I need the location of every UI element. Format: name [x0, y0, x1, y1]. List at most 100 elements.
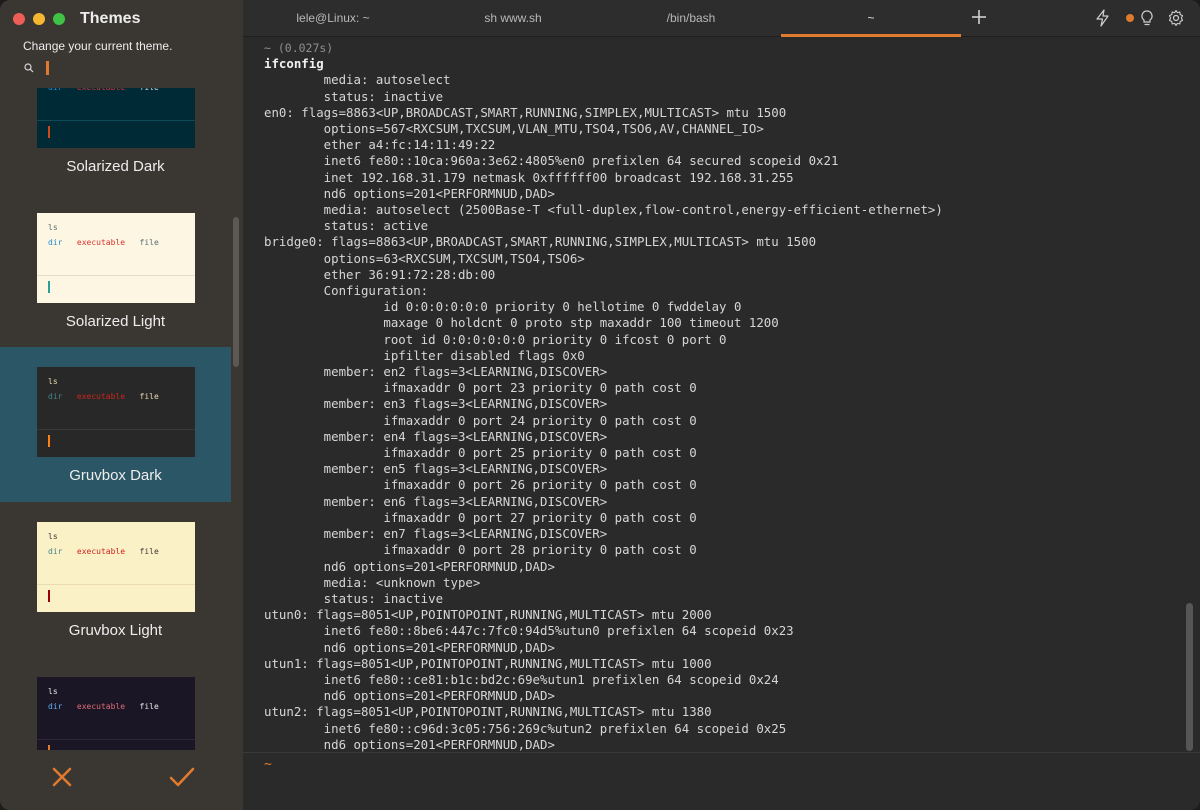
command-text: ifconfig	[264, 56, 324, 72]
output-line: status: active	[264, 218, 429, 234]
theme-preview: lsdir executable file	[37, 367, 195, 457]
theme-preview: lsdir executable file	[37, 88, 195, 148]
preview-dir: dir	[48, 392, 63, 401]
prompt-input[interactable]: ~	[264, 757, 272, 772]
lightning-icon[interactable]	[1094, 9, 1112, 27]
theme-preview: ls dir executable file	[37, 213, 195, 303]
output-line: ifmaxaddr 0 port 27 priority 0 path cost…	[264, 509, 697, 525]
close-window-button[interactable]	[13, 13, 25, 25]
theme-option[interactable]: lsdir executable file Solarized Dark	[0, 88, 231, 193]
output-line: maxage 0 holdcnt 0 proto stp maxaddr 100…	[264, 315, 779, 331]
theme-option[interactable]: ls dir executable file Solarized Light	[0, 193, 231, 348]
window-controls	[13, 13, 65, 25]
tab-lele-linux[interactable]: lele@Linux: ~	[243, 0, 423, 37]
output-line: media: autoselect (2500Base-T <full-dupl…	[264, 202, 943, 218]
preview-file: file	[139, 547, 159, 556]
preview-cursor	[48, 281, 50, 293]
output-line: member: en7 flags=3<LEARNING,DISCOVER>	[264, 526, 608, 542]
preview-listing: dir executable file	[48, 547, 159, 556]
preview-executable: executable	[76, 238, 126, 247]
output-line: inet6 fe80::8be6:447c:7fc0:94d5%utun0 pr…	[264, 623, 794, 639]
maximize-window-button[interactable]	[53, 13, 65, 25]
preview-file: file	[139, 238, 159, 247]
preview-cursor	[48, 435, 50, 447]
output-line: options=567<RXCSUM,TXCSUM,VLAN_MTU,TSO4,…	[264, 121, 764, 137]
command-output: media: autoselect status: inactive en0: f…	[264, 72, 1174, 752]
preview-divider	[37, 584, 195, 585]
output-line: utun0: flags=8051<UP,POINTOPOINT,RUNNING…	[264, 607, 712, 623]
preview-file: file	[139, 702, 159, 711]
output-line: id 0:0:0:0:0:0 priority 0 hellotime 0 fw…	[264, 299, 742, 315]
preview-file: file	[139, 392, 159, 401]
lightbulb-icon[interactable]	[1138, 9, 1156, 27]
theme-name: Gruvbox Dark	[69, 467, 162, 484]
preview-cursor	[48, 590, 50, 602]
output-line: inet6 fe80::10ca:960a:3e62:4805%en0 pref…	[264, 153, 839, 169]
output-line: member: en4 flags=3<LEARNING,DISCOVER>	[264, 428, 608, 444]
close-icon[interactable]	[45, 760, 79, 794]
tab-home[interactable]: ~	[781, 0, 961, 37]
theme-name: Gruvbox Light	[68, 622, 163, 639]
sidebar-subtitle: Change your current theme.	[23, 39, 173, 53]
output-line: inet6 fe80::c96d:3c05:756:269c%utun2 pre…	[264, 720, 787, 736]
tab-label: /bin/bash	[666, 11, 716, 25]
minimize-window-button[interactable]	[33, 13, 45, 25]
theme-name: Solarized Light	[65, 313, 166, 330]
theme-sidebar: Themes Change your current theme. lsdir …	[0, 0, 243, 810]
terminal-window: lele@Linux: ~ sh www.sh /bin/bash ~ ~ (0…	[243, 0, 1200, 810]
output-line: nd6 options=201<PERFORMNUD,DAD>	[264, 558, 555, 574]
theme-option[interactable]: ls dir executable file	[0, 657, 231, 750]
output-line: Configuration:	[264, 283, 429, 299]
output-line: ifmaxaddr 0 port 23 priority 0 path cost…	[264, 380, 697, 396]
output-line: status: inactive	[264, 590, 444, 606]
preview-divider	[37, 429, 195, 430]
output-line: utun2: flags=8051<UP,POINTOPOINT,RUNNING…	[264, 704, 712, 720]
sidebar-scrollbar[interactable]	[233, 217, 239, 367]
preview-executable: executable	[76, 392, 126, 401]
theme-list: lsdir executable fileSolarized Darklsdir…	[0, 88, 243, 750]
preview-dir: dir	[48, 702, 63, 711]
output-line: media: autoselect	[264, 72, 451, 88]
output-line: nd6 options=201<PERFORMNUD,DAD>	[264, 185, 555, 201]
output-line: ifmaxaddr 0 port 28 priority 0 path cost…	[264, 542, 697, 558]
tab-label: sh www.sh	[484, 11, 542, 25]
sidebar-actions	[0, 750, 243, 810]
preview-divider	[37, 739, 195, 740]
tab-bin-bash[interactable]: /bin/bash	[601, 0, 781, 37]
output-line: nd6 options=201<PERFORMNUD,DAD>	[264, 688, 555, 704]
preview-dir: dir	[48, 547, 63, 556]
preview-executable: executable	[76, 702, 126, 711]
theme-search-input[interactable]	[46, 61, 49, 75]
output-line: ifmaxaddr 0 port 24 priority 0 path cost…	[264, 412, 697, 428]
tab-sh-www[interactable]: sh www.sh	[423, 0, 603, 37]
theme-option[interactable]: ls dir executable file Gruvbox Dark	[0, 347, 231, 502]
preview-listing: dir executable file	[48, 392, 159, 401]
checkmark-icon[interactable]	[165, 760, 199, 794]
output-line: ifmaxaddr 0 port 26 priority 0 path cost…	[264, 477, 697, 493]
plus-icon[interactable]	[968, 6, 990, 28]
output-line: member: en6 flags=3<LEARNING,DISCOVER>	[264, 493, 608, 509]
terminal-scrollbar[interactable]	[1186, 603, 1193, 751]
prompt-divider	[243, 752, 1200, 753]
preview-listing: dir executable file	[48, 238, 159, 247]
output-line: ether 36:91:72:28:db:00	[264, 266, 496, 282]
notification-dot-icon	[1126, 14, 1134, 22]
output-line: member: en2 flags=3<LEARNING,DISCOVER>	[264, 364, 608, 380]
theme-preview: ls dir executable file	[37, 522, 195, 612]
gear-icon[interactable]	[1167, 9, 1185, 27]
search-icon	[24, 63, 34, 73]
output-line: status: inactive	[264, 88, 444, 104]
preview-ls: ls	[48, 223, 58, 232]
preview-dir: dir	[48, 238, 63, 247]
preview-listing: dir executable file	[48, 702, 159, 711]
output-line: media: <unknown type>	[264, 574, 481, 590]
preview-dir: dir	[48, 88, 62, 92]
preview-ls: ls	[48, 532, 58, 541]
tab-label: lele@Linux: ~	[296, 11, 370, 25]
preview-ls: ls	[48, 687, 58, 696]
preview-listing: dir executable file	[48, 88, 159, 92]
tab-label: ~	[867, 11, 875, 25]
output-line: inet6 fe80::ce81:b1c:bd2c:69e%utun1 pref…	[264, 671, 779, 687]
preview-divider	[37, 275, 195, 276]
theme-option[interactable]: ls dir executable file Gruvbox Light	[0, 502, 231, 657]
